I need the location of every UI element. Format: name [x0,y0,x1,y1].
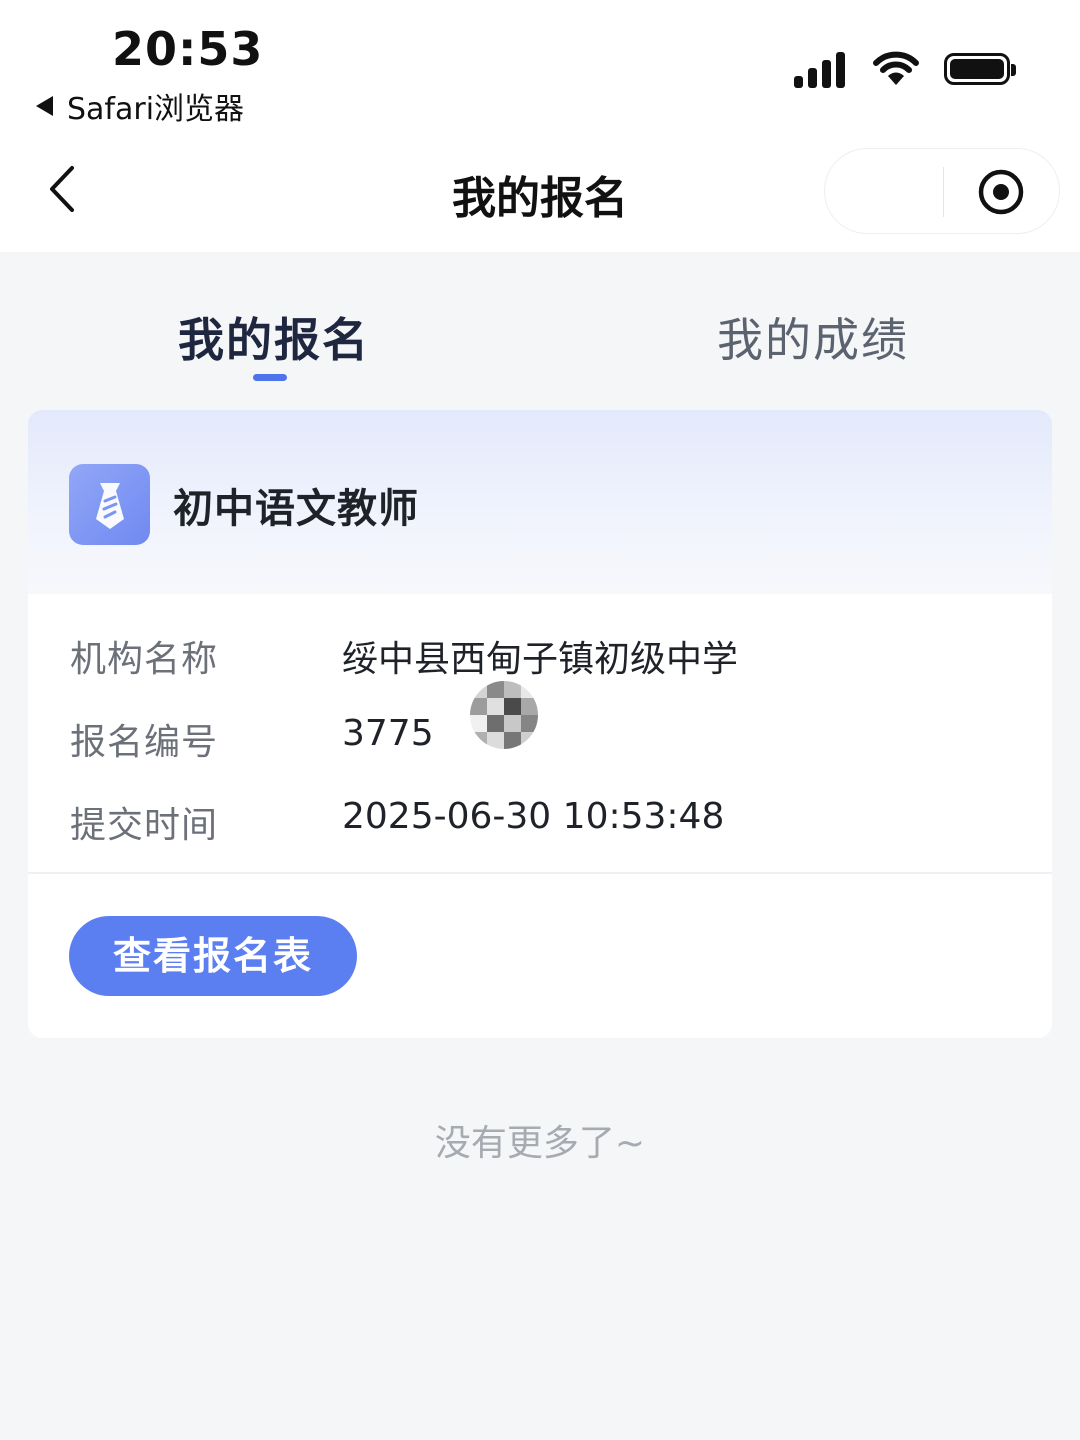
status-bar: 20:53 Safari浏览器 [0,0,1080,140]
signal-icon [794,50,850,88]
tab-active-indicator [253,374,287,381]
tie-icon [69,464,150,545]
mini-program-capsule [824,148,1060,234]
view-registration-form-button[interactable]: 查看报名表 [69,916,357,996]
nav-bar: 我的报名 [0,140,1080,252]
info-value: 绥中县西甸子镇初级中学 [342,639,739,680]
return-app-label: Safari浏览器 [67,92,245,127]
info-value: 2025-06-30 10:53:48 [342,796,725,837]
battery-icon [944,53,1016,85]
info-label: 提交时间 [70,805,219,846]
no-more-hint: 没有更多了~ [434,1123,646,1164]
wifi-icon [873,51,919,85]
info-value: 3775 [342,713,434,754]
capsule-divider [943,167,944,217]
info-row-institution: 机构名称 绥中县西甸子镇初级中学 [70,630,1030,690]
card-header: 初中语文教师 [28,410,1052,594]
status-time: 20:53 [112,22,264,76]
status-icons [794,50,1016,88]
return-to-safari-link[interactable]: Safari浏览器 [36,84,244,128]
info-label: 机构名称 [70,639,219,680]
info-row-submit-time: 提交时间 2025-06-30 10:53:48 [70,796,1030,856]
redaction-mosaic [470,681,538,749]
info-row-registration-number: 报名编号 3775 [70,681,1030,773]
info-label: 报名编号 [70,722,219,763]
record-icon[interactable] [977,168,1025,216]
registration-card: 初中语文教师 机构名称 绥中县西甸子镇初级中学 报名编号 3775 提交时间 2… [28,410,1052,1038]
tab-bar: 我的报名 我的成绩 [0,252,1080,402]
tab-my-registration[interactable]: 我的报名 [178,304,370,370]
back-triangle-icon [36,96,53,116]
card-title: 初中语文教师 [173,486,419,532]
tab-my-scores[interactable]: 我的成绩 [717,304,909,370]
card-divider [28,872,1052,874]
